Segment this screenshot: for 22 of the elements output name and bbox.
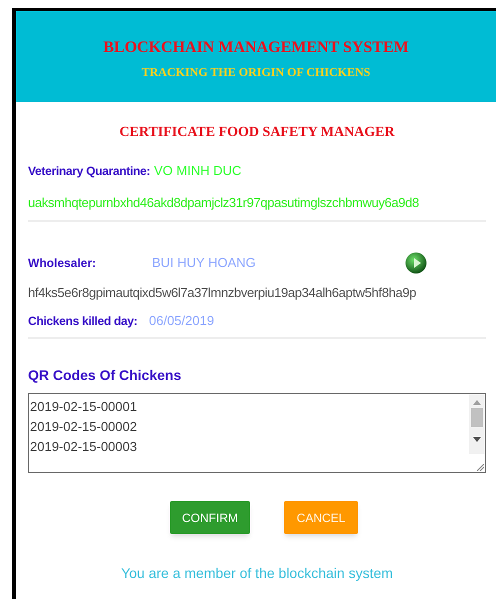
scroll-up-icon[interactable] bbox=[473, 400, 481, 405]
qr-codes-field[interactable]: 2019-02-15-00001 2019-02-15-00002 2019-02-15-00003 bbox=[28, 393, 486, 473]
section-heading: QR Codes Of Chickens bbox=[28, 368, 182, 382]
play-icon[interactable] bbox=[405, 252, 427, 274]
field-value: VO MINH DUC bbox=[154, 162, 242, 180]
field-value: BUI HUY HOANG bbox=[152, 254, 257, 272]
confirm-button[interactable]: CONFIRM bbox=[170, 501, 250, 534]
app-title: BLOCKCHAIN MANAGEMENT SYSTEM bbox=[103, 40, 409, 56]
resize-grip-icon[interactable] bbox=[477, 464, 484, 471]
hash-text: uaksmhqtepurnbxhd46akd8dpamjclz31r97qpasutimglszchbmwuy6a9d8 bbox=[28, 196, 420, 209]
scrollbar[interactable] bbox=[469, 394, 485, 454]
membership-note: You are a member of the blockchain system bbox=[120, 564, 394, 583]
scrollbar-thumb[interactable] bbox=[471, 408, 483, 427]
cancel-button[interactable]: CANCEL bbox=[284, 501, 358, 534]
app-subtitle: TRACKING THE ORIGIN OF CHICKENS bbox=[142, 66, 370, 78]
hash-text: hf4ks5e6r8gpimautqixd5w6l7a37lmnzbverpiu19ap34alh6aptw5hf8ha9p bbox=[28, 286, 418, 299]
field-value: 06/05/2019 bbox=[149, 312, 214, 330]
field-label: Chickens killed day: bbox=[28, 313, 138, 330]
scroll-down-icon[interactable] bbox=[473, 437, 481, 442]
form-title: CERTIFICATE FOOD SAFETY MANAGER bbox=[118, 126, 396, 140]
field-label: Veterinary Quarantine: bbox=[28, 163, 152, 180]
field-label: Wholesaler: bbox=[28, 255, 98, 272]
